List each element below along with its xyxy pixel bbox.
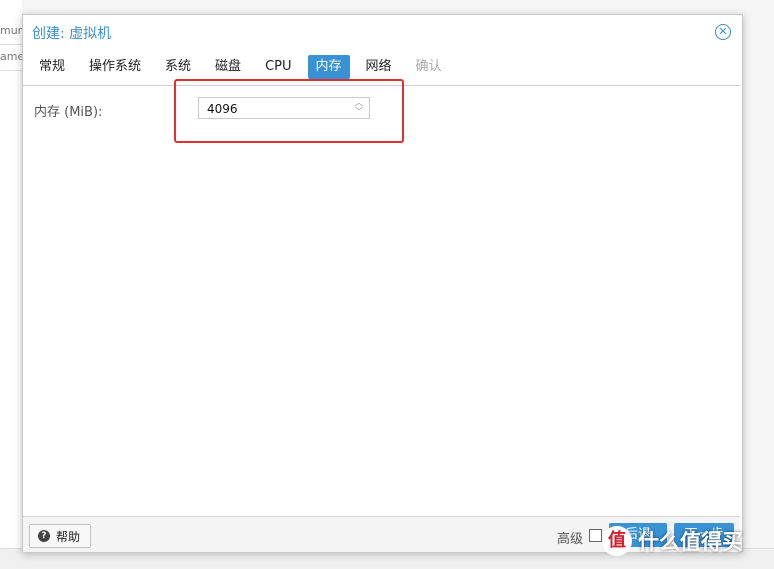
background-row-text: mur: [0, 24, 22, 37]
tab-item[interactable]: 常规: [31, 55, 73, 79]
tab-item[interactable]: 网络: [358, 55, 400, 79]
tab-item[interactable]: 磁盘: [207, 55, 249, 79]
create-vm-dialog: 创建: 虚拟机 ✕ 常规 操作系统 系统 磁盘 CPU 内存 网络 确认 内存 (MiB): …: [22, 14, 743, 552]
question-circle-icon: ?: [38, 530, 50, 542]
close-icon[interactable]: ✕: [715, 24, 731, 40]
dialog-title: 创建: 虚拟机: [32, 26, 112, 42]
tab-item[interactable]: 系统: [157, 55, 199, 79]
tab-item[interactable]: CPU: [257, 55, 299, 79]
dialog-titlebar: 创建: 虚拟机 ✕: [23, 15, 742, 49]
background-page: mur ame: [0, 0, 22, 568]
background-row-text: ame: [0, 50, 22, 63]
divider: [0, 70, 22, 71]
help-button[interactable]: ? 帮助: [29, 524, 92, 548]
tab-item[interactable]: 内存: [307, 55, 350, 79]
smzdm-logo-icon: 值: [602, 526, 632, 556]
red-highlight-box: [174, 79, 404, 143]
tab-bar: 常规 操作系统 系统 磁盘 CPU 内存 网络 确认: [31, 55, 458, 79]
advanced-checkbox[interactable]: [589, 529, 602, 542]
memory-panel: 内存 (MiB): ︿ ﹀: [23, 79, 740, 517]
help-label: 帮助: [56, 529, 81, 544]
memory-label: 内存 (MiB):: [34, 105, 103, 120]
divider: [0, 44, 22, 45]
watermark: 值 什么值得买: [602, 524, 743, 558]
tab-item[interactable]: 操作系统: [81, 55, 149, 79]
tab-item: 确认: [415, 59, 442, 74]
watermark-text: 什么值得买: [638, 530, 743, 554]
advanced-label: 高级: [557, 532, 584, 547]
